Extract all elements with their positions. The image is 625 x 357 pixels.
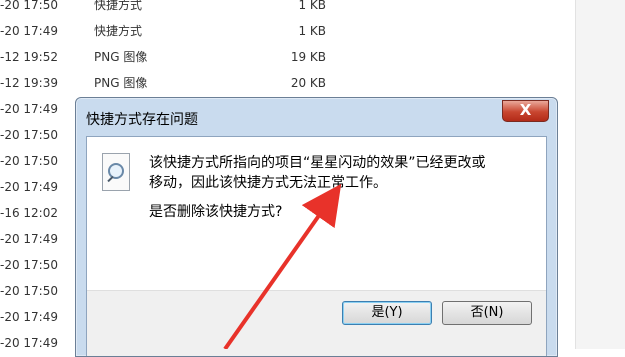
file-date: -20 17:49 [0,232,58,246]
file-date: -20 17:50 [0,284,58,298]
file-row[interactable]: -12 19:52 PNG 图像 19 KB [0,44,625,70]
file-row[interactable]: -20 17:49 快捷方式 1 KB [0,18,625,44]
scrollbar-area[interactable] [575,0,625,349]
file-date: -20 17:50 [0,128,58,142]
file-size: 1 KB [298,24,326,38]
file-date: -12 19:39 [0,76,58,90]
file-date: -20 17:50 [0,258,58,272]
dialog-titlebar[interactable]: 快捷方式存在问题 X [76,98,557,136]
no-button[interactable]: 否(N) [442,301,532,325]
file-size: 20 KB [290,76,326,90]
file-date: -12 19:52 [0,50,58,64]
file-type: PNG 图像 [94,50,148,64]
file-type: PNG 图像 [94,76,148,90]
message-area: 该快捷方式所指向的项目“星星闪动的效果”已经更改或 移动，因此该快捷方式无法正常… [87,137,546,290]
file-date: -20 17:49 [0,24,58,38]
file-date: -20 17:50 [0,154,58,168]
file-date: -16 12:02 [0,206,58,220]
dialog-title: 快捷方式存在问题 [86,112,198,128]
shortcut-problem-dialog: 快捷方式存在问题 X 该快捷方式所指向的项目“星星闪动的效果”已经更改或 移动，… [75,97,558,357]
dialog-content: 该快捷方式所指向的项目“星星闪动的效果”已经更改或 移动，因此该快捷方式无法正常… [86,136,547,356]
dialog-message: 该快捷方式所指向的项目“星星闪动的效果”已经更改或 移动，因此该快捷方式无法正常… [149,155,486,191]
button-area: 是(Y) 否(N) [87,290,546,356]
file-type: 快捷方式 [94,24,143,38]
yes-button[interactable]: 是(Y) [342,301,432,325]
file-size: 1 KB [298,0,326,12]
file-row[interactable]: -12 19:39 PNG 图像 20 KB [0,70,625,96]
file-row[interactable]: -20 17:50 快捷方式 1 KB [0,0,625,18]
close-icon: X [519,101,532,119]
file-date: -20 17:49 [0,102,58,116]
dialog-question: 是否删除该快捷方式? [149,204,283,220]
file-date: -20 17:49 [0,336,58,350]
file-size: 19 KB [290,50,326,64]
close-button[interactable]: X [502,100,549,122]
file-date: -20 17:49 [0,180,58,194]
shortcut-search-icon [102,153,130,191]
file-date: -20 17:50 [0,0,58,12]
file-type: 快捷方式 [94,0,143,12]
file-date: -20 17:49 [0,310,58,324]
